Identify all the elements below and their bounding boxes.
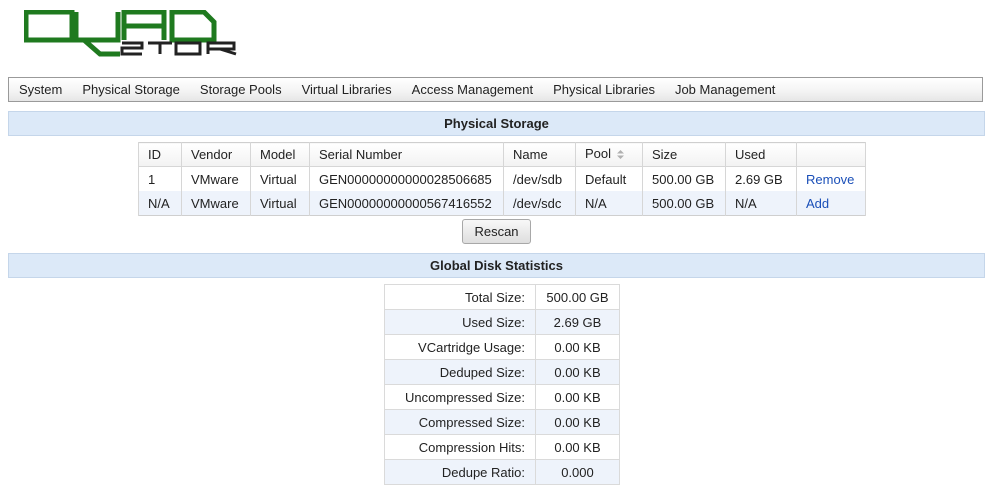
stat-value: 0.00 KB	[535, 334, 620, 360]
cell-model: Virtual	[250, 166, 310, 191]
global-disk-statistics-table: Total Size: 500.00 GB Used Size: 2.69 GB…	[384, 284, 620, 485]
stat-label: Deduped Size:	[384, 359, 536, 385]
stat-label: Used Size:	[384, 309, 536, 335]
cell-id: N/A	[138, 191, 182, 216]
col-pool-header[interactable]: Pool	[575, 142, 643, 167]
cell-action: Add	[796, 191, 866, 216]
stat-value: 0.00 KB	[535, 384, 620, 410]
cell-used: N/A	[725, 191, 797, 216]
col-serial-number[interactable]: Serial Number	[309, 142, 504, 167]
physical-storage-table: ID Vendor Model Serial Number Name Pool …	[138, 142, 866, 216]
add-link[interactable]: Add	[806, 196, 829, 211]
stat-value: 0.00 KB	[535, 359, 620, 385]
cell-serial: GEN00000000000567416552	[309, 191, 504, 216]
cell-model: Virtual	[250, 191, 310, 216]
stat-value: 2.69 GB	[535, 309, 620, 335]
stat-value: 500.00 GB	[535, 284, 620, 310]
stat-row-total-size: Total Size: 500.00 GB	[384, 284, 620, 310]
quadstor-logo	[23, 9, 244, 58]
sort-icon	[616, 148, 625, 163]
cell-pool: Default	[575, 166, 643, 191]
menu-physical-storage[interactable]: Physical Storage	[72, 78, 190, 101]
cell-vendor: VMware	[181, 166, 251, 191]
stat-value: 0.00 KB	[535, 434, 620, 460]
table-header-row: ID Vendor Model Serial Number Name Pool …	[138, 142, 866, 167]
main-menu-bar: System Physical Storage Storage Pools Vi…	[8, 77, 983, 102]
menu-physical-libraries[interactable]: Physical Libraries	[543, 78, 665, 101]
col-name[interactable]: Name	[503, 142, 576, 167]
col-model[interactable]: Model	[250, 142, 310, 167]
stat-label: Compression Hits:	[384, 434, 536, 460]
table-row: N/A VMware Virtual GEN000000000005674165…	[138, 191, 866, 216]
stat-row-compression-hits: Compression Hits: 0.00 KB	[384, 434, 620, 460]
menu-system[interactable]: System	[9, 78, 72, 101]
physical-storage-header: Physical Storage	[8, 111, 985, 136]
global-disk-statistics-header: Global Disk Statistics	[8, 253, 985, 278]
menu-access-management[interactable]: Access Management	[402, 78, 543, 101]
stat-label: Uncompressed Size:	[384, 384, 536, 410]
col-used[interactable]: Used	[725, 142, 797, 167]
col-action	[796, 142, 866, 167]
cell-size: 500.00 GB	[642, 166, 726, 191]
stat-row-uncompressed-size: Uncompressed Size: 0.00 KB	[384, 384, 620, 410]
stat-label: VCartridge Usage:	[384, 334, 536, 360]
cell-vendor: VMware	[181, 191, 251, 216]
cell-name: /dev/sdc	[503, 191, 576, 216]
col-size[interactable]: Size	[642, 142, 726, 167]
remove-link[interactable]: Remove	[806, 172, 854, 187]
menu-virtual-libraries[interactable]: Virtual Libraries	[292, 78, 402, 101]
stat-row-deduped-size: Deduped Size: 0.00 KB	[384, 359, 620, 385]
col-vendor[interactable]: Vendor	[181, 142, 251, 167]
rescan-button[interactable]: Rescan	[462, 219, 531, 244]
stat-value: 0.00 KB	[535, 409, 620, 435]
cell-id: 1	[138, 166, 182, 191]
cell-action: Remove	[796, 166, 866, 191]
stat-label: Total Size:	[384, 284, 536, 310]
cell-pool: N/A	[575, 191, 643, 216]
cell-used: 2.69 GB	[725, 166, 797, 191]
stat-row-used-size: Used Size: 2.69 GB	[384, 309, 620, 335]
stat-row-vcartridge-usage: VCartridge Usage: 0.00 KB	[384, 334, 620, 360]
cell-size: 500.00 GB	[642, 191, 726, 216]
logo-graphic	[23, 9, 237, 57]
cell-serial: GEN00000000000028506685	[309, 166, 504, 191]
col-pool: Pool	[585, 146, 612, 162]
table-row: 1 VMware Virtual GEN00000000000028506685…	[138, 166, 866, 191]
stat-row-compressed-size: Compressed Size: 0.00 KB	[384, 409, 620, 435]
stat-label: Compressed Size:	[384, 409, 536, 435]
cell-name: /dev/sdb	[503, 166, 576, 191]
menu-storage-pools[interactable]: Storage Pools	[190, 78, 292, 101]
col-id[interactable]: ID	[138, 142, 182, 167]
menu-job-management[interactable]: Job Management	[665, 78, 785, 101]
